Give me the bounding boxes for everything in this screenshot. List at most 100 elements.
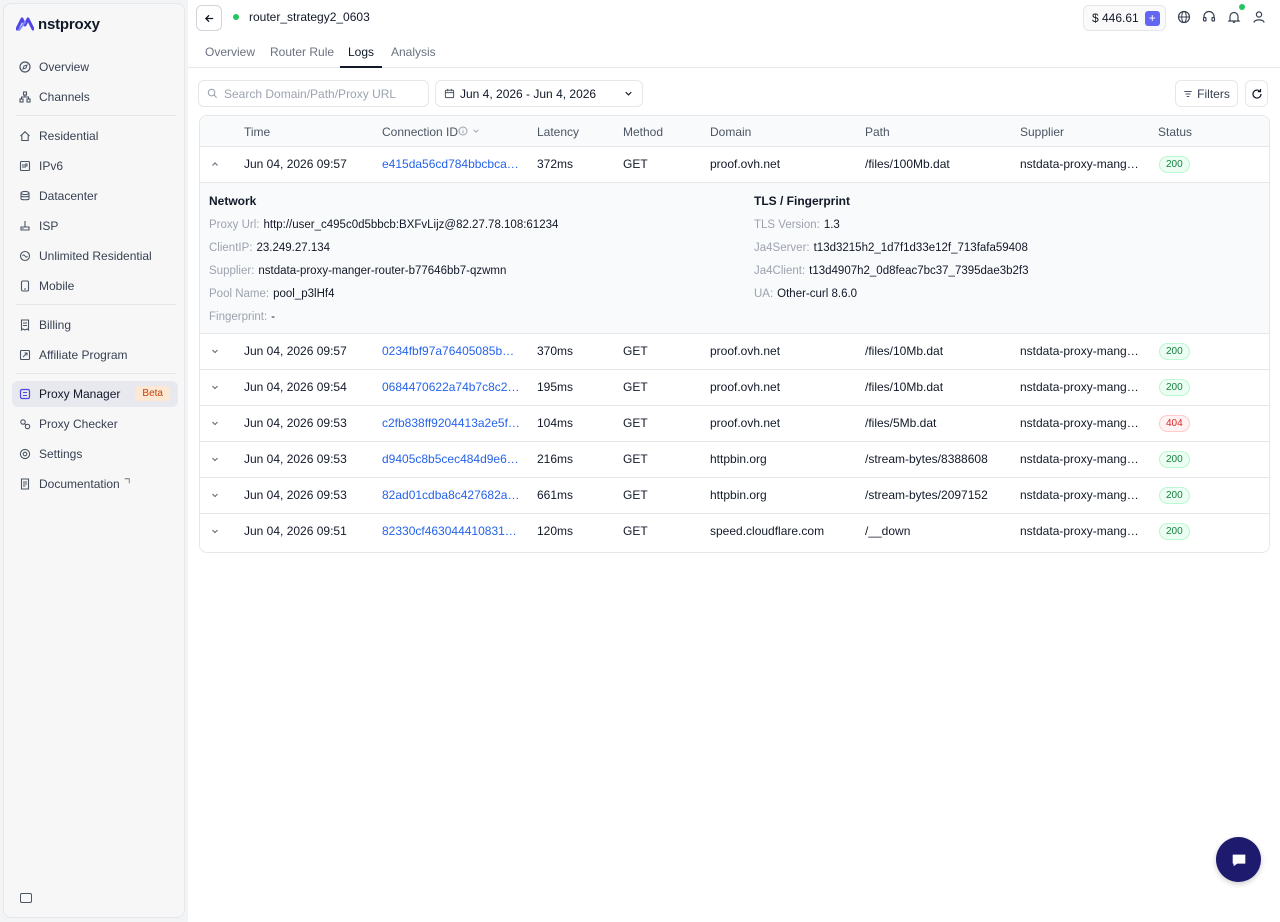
cell-method: GET	[623, 488, 648, 502]
sidebar-item-affiliate-program[interactable]: Affiliate Program	[12, 342, 178, 368]
column-header-status: Status	[1158, 125, 1193, 139]
sidebar-item-ipv6[interactable]: IPv6	[12, 153, 178, 179]
chevron-down-icon[interactable]	[210, 418, 220, 428]
cell-path: /stream-bytes/8388608	[865, 452, 988, 466]
date-range-picker[interactable]: Jun 4, 2026 - Jun 4, 2026	[435, 80, 643, 107]
cell-path: /stream-bytes/2097152	[865, 488, 988, 502]
tab-overview[interactable]: Overview	[205, 45, 255, 59]
cell-connection-id[interactable]: e415da56cd784bbcbca8…	[382, 157, 522, 171]
table-row[interactable]: Jun 04, 2026 09:53 d9405c8b5cec484d9e6… …	[200, 442, 1269, 478]
back-button[interactable]	[196, 5, 222, 31]
tab-analysis[interactable]: Analysis	[391, 45, 436, 59]
brand-name: nstproxy	[38, 15, 100, 33]
cell-connection-id[interactable]: 0684470622a74b7c8c2…	[382, 380, 522, 394]
cell-connection-id[interactable]: d9405c8b5cec484d9e6…	[382, 452, 522, 466]
cell-domain: proof.ovh.net	[710, 416, 781, 430]
sidebar-item-label: Proxy Checker	[39, 417, 118, 431]
sidebar-item-proxy-checker[interactable]: Proxy Checker	[12, 411, 178, 437]
checker-icon	[20, 419, 31, 430]
chevron-up-icon[interactable]	[210, 159, 220, 169]
brand-logo[interactable]: nstproxy	[16, 14, 100, 34]
sidebar-item-label: Settings	[39, 447, 83, 461]
chat-support-button[interactable]	[1216, 837, 1261, 882]
cell-supplier: nstdata-proxy-mange…	[1020, 488, 1145, 502]
cell-path: /files/10Mb.dat	[865, 380, 944, 394]
cell-connection-id[interactable]: 0234fbf97a76405085b…	[382, 344, 522, 358]
cell-domain: proof.ovh.net	[710, 344, 781, 358]
cell-method: GET	[623, 344, 648, 358]
table-row[interactable]: Jun 04, 2026 09:51 82330cf463044410831… …	[200, 514, 1269, 550]
calendar-icon	[444, 88, 455, 99]
table-row[interactable]: Jun 04, 2026 09:57 0234fbf97a76405085b… …	[200, 334, 1269, 370]
sidebar-item-billing[interactable]: Billing	[12, 312, 178, 338]
cell-connection-id[interactable]: 82330cf463044410831…	[382, 524, 522, 538]
cell-connection-id[interactable]: c2fb838ff9204413a2e5f…	[382, 416, 522, 430]
cell-supplier: nstdata-proxy-mange…	[1020, 452, 1145, 466]
filter-icon	[1184, 90, 1192, 97]
globe-icon[interactable]	[1177, 10, 1191, 24]
sidebar-item-documentation[interactable]: Documentation	[12, 471, 178, 497]
filters-button[interactable]: Filters	[1175, 80, 1238, 107]
table-row[interactable]: Jun 04, 2026 09:57 e415da56cd784bbcbca8……	[200, 147, 1269, 183]
sidebar-item-isp[interactable]: ISP	[12, 213, 178, 239]
chevron-down-icon[interactable]	[210, 346, 220, 356]
bell-icon[interactable]	[1227, 10, 1241, 24]
refresh-icon	[1251, 88, 1262, 99]
balance-display[interactable]: $ 446.61 +	[1083, 5, 1166, 31]
search-box[interactable]	[198, 80, 429, 107]
cell-method: GET	[623, 452, 648, 466]
main-content: router_strategy2_0603 $ 446.61 + Overvie…	[188, 0, 1280, 922]
cell-time: Jun 04, 2026 09:53	[244, 452, 347, 466]
info-icon[interactable]	[458, 126, 468, 136]
sidebar-item-unlimited-residential[interactable]: Unlimited Residential	[12, 243, 178, 269]
sidebar-item-channels[interactable]: Channels	[12, 84, 178, 110]
sidebar-item-residential[interactable]: Residential	[12, 123, 178, 149]
chevron-down-icon[interactable]	[210, 382, 220, 392]
column-header-time: Time	[244, 125, 271, 139]
sidebar-item-datacenter[interactable]: Datacenter	[12, 183, 178, 209]
sidebar-item-label: Mobile	[39, 279, 75, 293]
column-header-latency: Latency	[537, 125, 580, 139]
cell-latency: 370ms	[537, 344, 574, 358]
top-up-button[interactable]: +	[1144, 10, 1160, 26]
status-badge: 200	[1159, 451, 1190, 468]
search-input[interactable]	[224, 86, 414, 101]
server-icon	[20, 221, 30, 231]
detail-ja4-server: Ja4Server: t13d3215h2_1d7f1d33e12f_713faf…	[754, 242, 1028, 254]
cell-connection-id[interactable]: 82ad01cdba8c427682ac…	[382, 488, 522, 502]
tab-router-rule[interactable]: Router Rule	[270, 45, 334, 59]
cell-domain: httpbin.org	[710, 488, 767, 502]
sidebar-item-label: Proxy Manager	[39, 387, 121, 401]
date-range-value: Jun 4, 2026 - Jun 4, 2026	[460, 86, 597, 101]
refresh-button[interactable]	[1245, 80, 1268, 107]
chevron-down-icon[interactable]	[210, 490, 220, 500]
sidebar-divider	[16, 304, 176, 305]
sidebar-item-proxy-manager[interactable]: Proxy Manager Beta	[12, 381, 178, 407]
status-badge: 404	[1159, 415, 1190, 432]
cell-domain: speed.cloudflare.com	[710, 524, 825, 538]
tab-logs[interactable]: Logs	[348, 45, 374, 59]
sidebar: nstproxy Overview Channels Residential I…	[3, 3, 185, 918]
detail-ja4-client: Ja4Client: t13d4907h2_0d8feac7bc37_7395da…	[754, 265, 1029, 277]
tls-section-title: TLS / Fingerprint	[754, 194, 850, 208]
sidebar-item-overview[interactable]: Overview	[12, 54, 178, 80]
online-status-dot	[233, 14, 239, 20]
sidebar-item-settings[interactable]: Settings	[12, 441, 178, 467]
chevron-down-icon[interactable]	[210, 454, 220, 464]
table-row[interactable]: Jun 04, 2026 09:53 82ad01cdba8c427682ac……	[200, 478, 1269, 514]
sidebar-item-mobile[interactable]: Mobile	[12, 273, 178, 299]
collapse-sidebar-icon[interactable]	[20, 893, 32, 903]
cell-latency: 216ms	[537, 452, 574, 466]
table-row[interactable]: Jun 04, 2026 09:53 c2fb838ff9204413a2e5f…	[200, 406, 1269, 442]
sidebar-item-label: Billing	[39, 318, 72, 332]
table-row[interactable]: Jun 04, 2026 09:54 0684470622a74b7c8c2… …	[200, 370, 1269, 406]
user-icon[interactable]	[1252, 10, 1266, 24]
headset-icon[interactable]	[1202, 10, 1216, 24]
sort-icon[interactable]	[472, 127, 480, 135]
detail-pool-name: Pool Name: pool_p3lHf4	[209, 288, 335, 300]
chevron-down-icon[interactable]	[210, 526, 220, 536]
cell-latency: 195ms	[537, 380, 574, 394]
chevron-down-icon	[625, 91, 632, 96]
column-header-connection-id[interactable]: Connection ID	[382, 125, 458, 139]
ipv6-icon	[19, 160, 31, 172]
